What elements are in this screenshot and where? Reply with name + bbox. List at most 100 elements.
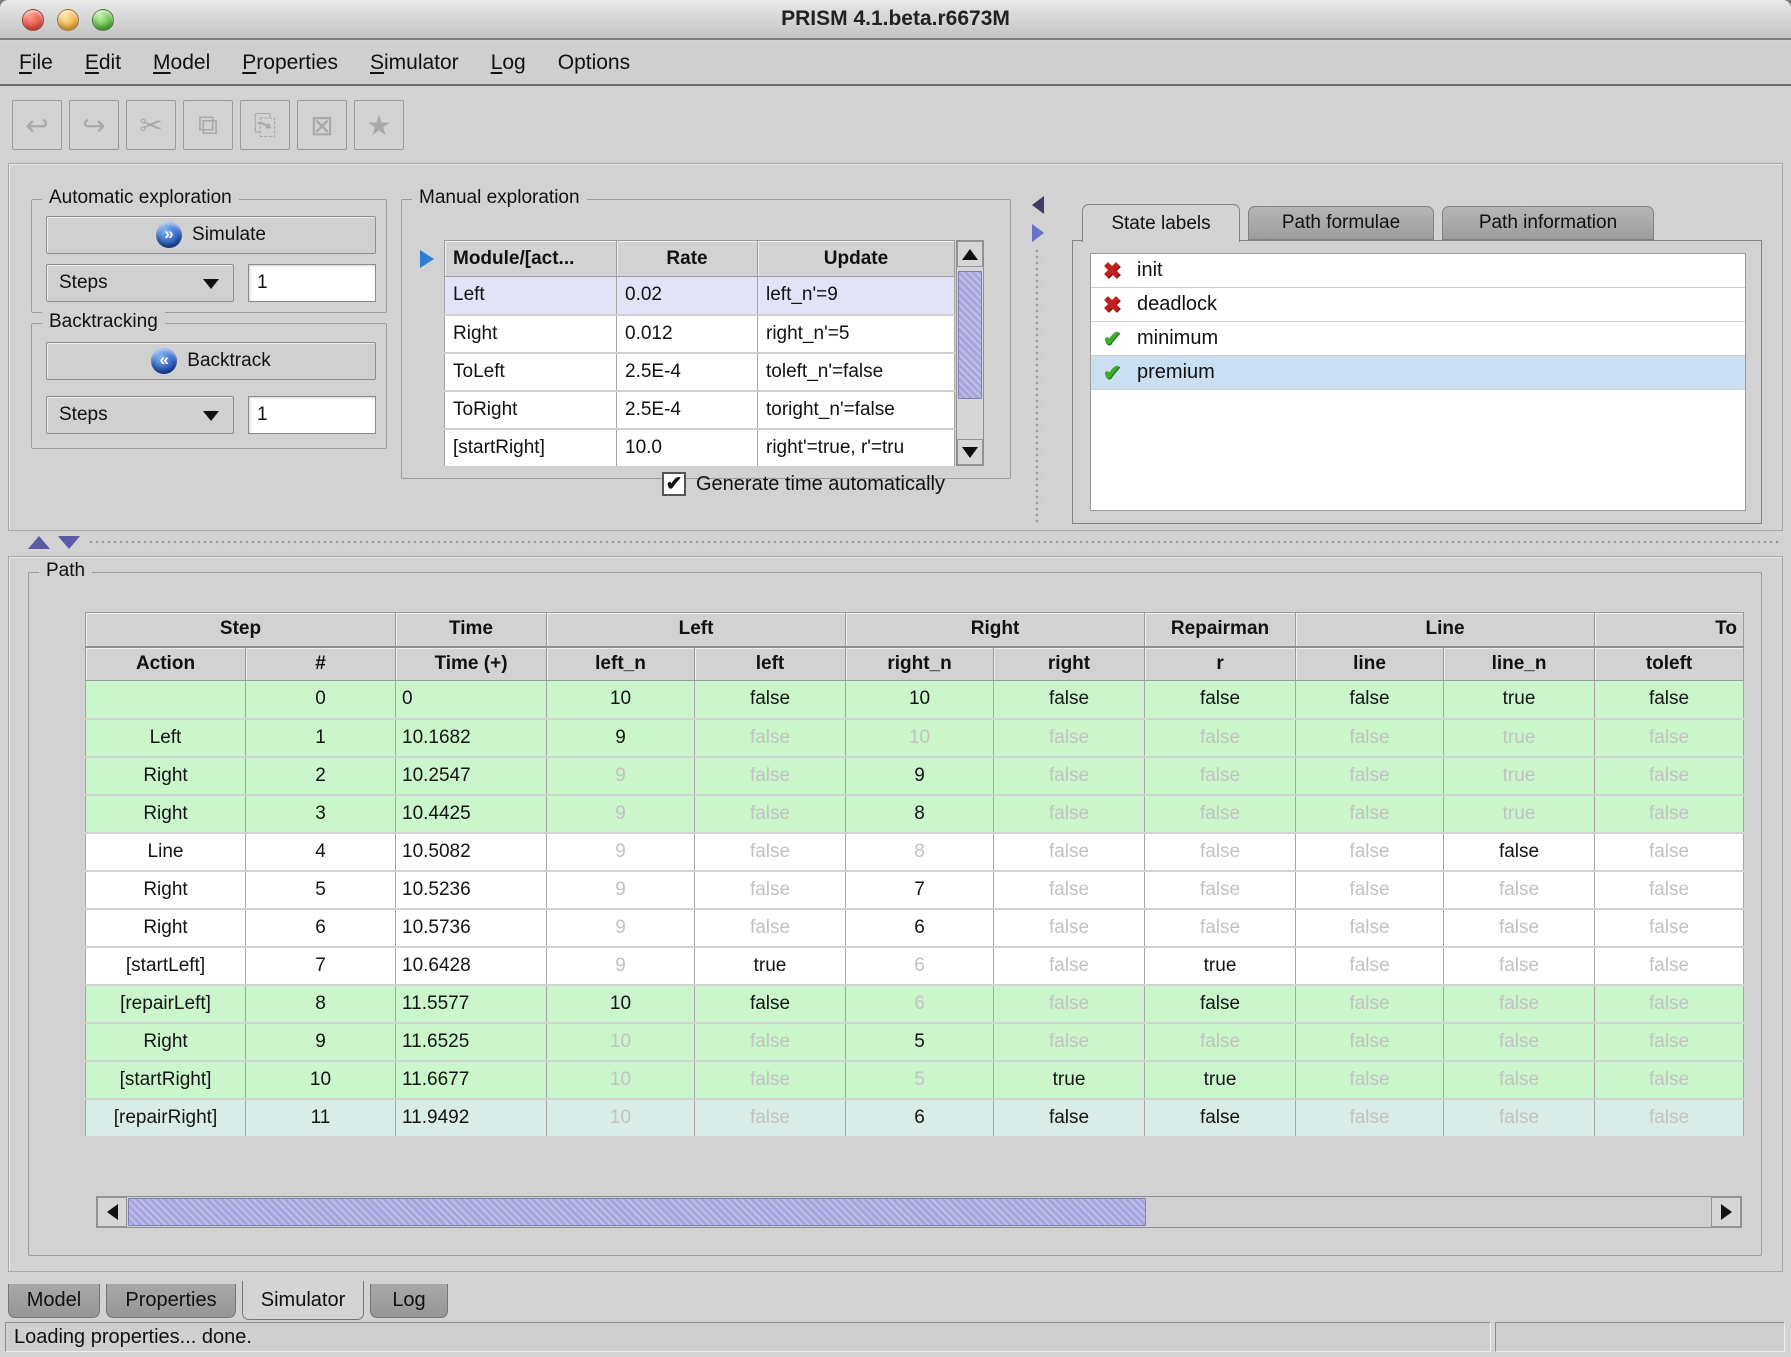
current-transition-pointer-icon	[420, 250, 434, 268]
backtracking-title: Backtracking	[42, 311, 165, 333]
menu-log[interactable]: Log	[487, 49, 530, 77]
backtrack-button-label: Backtrack	[187, 350, 270, 372]
tab-log[interactable]: Log	[370, 1284, 448, 1318]
transition-row[interactable]: ToLeft2.5E-4toleft_n'=false	[445, 353, 955, 391]
tab-model[interactable]: Model	[8, 1284, 100, 1318]
path-step-row[interactable]: Right310.44259false8falsefalsefalsetruef…	[86, 795, 1744, 833]
path-step-row[interactable]: Left110.16829false10falsefalsefalsetruef…	[86, 719, 1744, 757]
path-step-row[interactable]: Right911.652510false5falsefalsefalsefals…	[86, 1023, 1744, 1061]
transition-row[interactable]: [startRight]10.0right'=true, r'=tru	[445, 429, 955, 467]
state-label-name: init	[1137, 259, 1163, 282]
scrollbar-thumb[interactable]	[958, 271, 982, 399]
redo-button[interactable]: ↪	[69, 100, 119, 150]
backtrack-steps-input[interactable]: 1	[248, 396, 376, 434]
path-step-row[interactable]: Right210.25479false9falsefalsefalsetruef…	[86, 757, 1744, 795]
rewind-icon	[151, 348, 177, 374]
state-label-row-minimum[interactable]: minimum	[1091, 322, 1745, 356]
cross-icon	[1099, 258, 1125, 284]
scroll-left-button[interactable]	[97, 1197, 127, 1227]
column-header-time-[interactable]: Time (+)	[396, 647, 547, 681]
backtrack-button[interactable]: Backtrack	[46, 342, 376, 380]
scrollbar-thumb[interactable]	[128, 1198, 1146, 1226]
path-step-row[interactable]: [repairRight]1111.949210false6falsefalse…	[86, 1099, 1744, 1137]
tab-path-information[interactable]: Path information	[1442, 206, 1654, 240]
column-group-right: Right	[846, 613, 1145, 647]
generate-time-label: Generate time automatically	[696, 473, 945, 496]
path-step-row[interactable]: Right610.57369false6falsefalsefalsefalse…	[86, 909, 1744, 947]
manual-table-scrollbar[interactable]	[956, 240, 984, 466]
collapse-down-icon[interactable]	[58, 536, 80, 549]
column-header-rate[interactable]: Rate	[617, 241, 758, 277]
undo-button[interactable]: ↩	[12, 100, 62, 150]
menu-properties[interactable]: Properties	[238, 49, 342, 77]
tab-state-labels[interactable]: State labels	[1082, 204, 1240, 242]
tab-properties[interactable]: Properties	[106, 1284, 236, 1318]
menu-simulator[interactable]: Simulator	[366, 49, 463, 77]
column-group-to: To	[1595, 613, 1744, 647]
column-header-toleft[interactable]: toleft	[1595, 647, 1744, 681]
horizontal-splitter[interactable]	[8, 533, 1783, 553]
column-header-r[interactable]: r	[1145, 647, 1296, 681]
column-header-right-n[interactable]: right_n	[846, 647, 994, 681]
transition-row[interactable]: Left0.02left_n'=9	[445, 277, 955, 315]
menu-model[interactable]: Model	[149, 49, 214, 77]
column-header-line[interactable]: line	[1296, 647, 1444, 681]
simulate-steps-input[interactable]: 1	[248, 264, 376, 302]
state-label-row-deadlock[interactable]: deadlock	[1091, 288, 1745, 322]
column-header-left-n[interactable]: left_n	[547, 647, 695, 681]
collapse-up-icon[interactable]	[28, 536, 50, 549]
star-button[interactable]: ★	[354, 100, 404, 150]
menu-edit[interactable]: Edit	[81, 49, 125, 77]
copy-button[interactable]: ⧉	[183, 100, 233, 150]
path-step-row[interactable]: 0010false10falsefalsefalsetruefalse	[86, 681, 1744, 719]
transition-row[interactable]: ToRight2.5E-4toright_n'=false	[445, 391, 955, 429]
simulate-steps-combo[interactable]: Steps	[46, 264, 234, 302]
column-header-line-n[interactable]: line_n	[1444, 647, 1595, 681]
toolbar: ↩ ↪ ✂ ⧉ ⎘ ⊠★	[0, 88, 1791, 162]
status-message-cell: Loading properties... done.	[5, 1322, 1491, 1352]
path-step-row[interactable]: [repairLeft]811.557710false6falsefalsefa…	[86, 985, 1744, 1023]
tab-simulator[interactable]: Simulator	[242, 1281, 364, 1320]
cut-icon: ✂	[139, 109, 162, 142]
column-header-num[interactable]: #	[246, 647, 396, 681]
check-icon	[1099, 326, 1125, 352]
cut-button[interactable]: ✂	[126, 100, 176, 150]
paste-icon: ⎘	[254, 109, 276, 142]
paste-button[interactable]: ⎘	[240, 100, 290, 150]
path-step-row[interactable]: [startRight]1011.667710false5truetruefal…	[86, 1061, 1744, 1099]
menu-file[interactable]: File	[15, 49, 57, 77]
path-step-row[interactable]: Line410.50829false8falsefalsefalsefalsef…	[86, 833, 1744, 871]
column-header-module[interactable]: Module/[act...	[445, 241, 617, 277]
state-label-row-premium[interactable]: premium	[1091, 356, 1745, 390]
path-step-row[interactable]: Right510.52369false7falsefalsefalsefalse…	[86, 871, 1744, 909]
menu-bar: File Edit Model Properties Simulator Log Optio…	[0, 42, 1791, 86]
undo-icon: ↩	[25, 109, 48, 142]
scroll-right-button[interactable]	[1711, 1197, 1741, 1227]
path-step-row[interactable]: [startLeft]710.64289true6falsetruefalsef…	[86, 947, 1744, 985]
scroll-up-button[interactable]	[957, 241, 983, 267]
transition-row[interactable]: Right0.012right_n'=5	[445, 315, 955, 353]
path-horizontal-scrollbar[interactable]	[96, 1196, 1742, 1228]
collapse-right-icon[interactable]	[1032, 224, 1044, 242]
state-labels-list: init deadlockminimumpremium	[1090, 253, 1746, 511]
tab-path-formulae[interactable]: Path formulae	[1248, 206, 1434, 240]
vertical-splitter[interactable]	[1030, 170, 1046, 524]
state-label-row-init[interactable]: init	[1091, 254, 1745, 288]
status-message: Loading properties... done.	[14, 1326, 252, 1349]
column-header-action[interactable]: Action	[86, 647, 246, 681]
column-header-right[interactable]: right	[994, 647, 1145, 681]
backtrack-steps-combo[interactable]: Steps	[46, 396, 234, 434]
simulate-button[interactable]: Simulate	[46, 216, 376, 254]
scroll-down-button[interactable]	[957, 439, 983, 465]
column-header-update[interactable]: Update	[758, 241, 955, 277]
prism-window: PRISM 4.1.beta.r6673M FileEditModelPrope…	[0, 0, 1791, 1357]
column-header-left[interactable]: left	[695, 647, 846, 681]
delete-button[interactable]: ⊠	[297, 100, 347, 150]
column-group-line: Line	[1296, 613, 1595, 647]
fast-forward-icon	[156, 222, 182, 248]
collapse-left-icon[interactable]	[1032, 196, 1044, 214]
path-group-title: Path	[39, 560, 92, 582]
menu-options[interactable]: Options	[554, 49, 634, 77]
generate-time-checkbox[interactable]	[662, 472, 686, 496]
window-title: PRISM 4.1.beta.r6673M	[0, 7, 1791, 31]
